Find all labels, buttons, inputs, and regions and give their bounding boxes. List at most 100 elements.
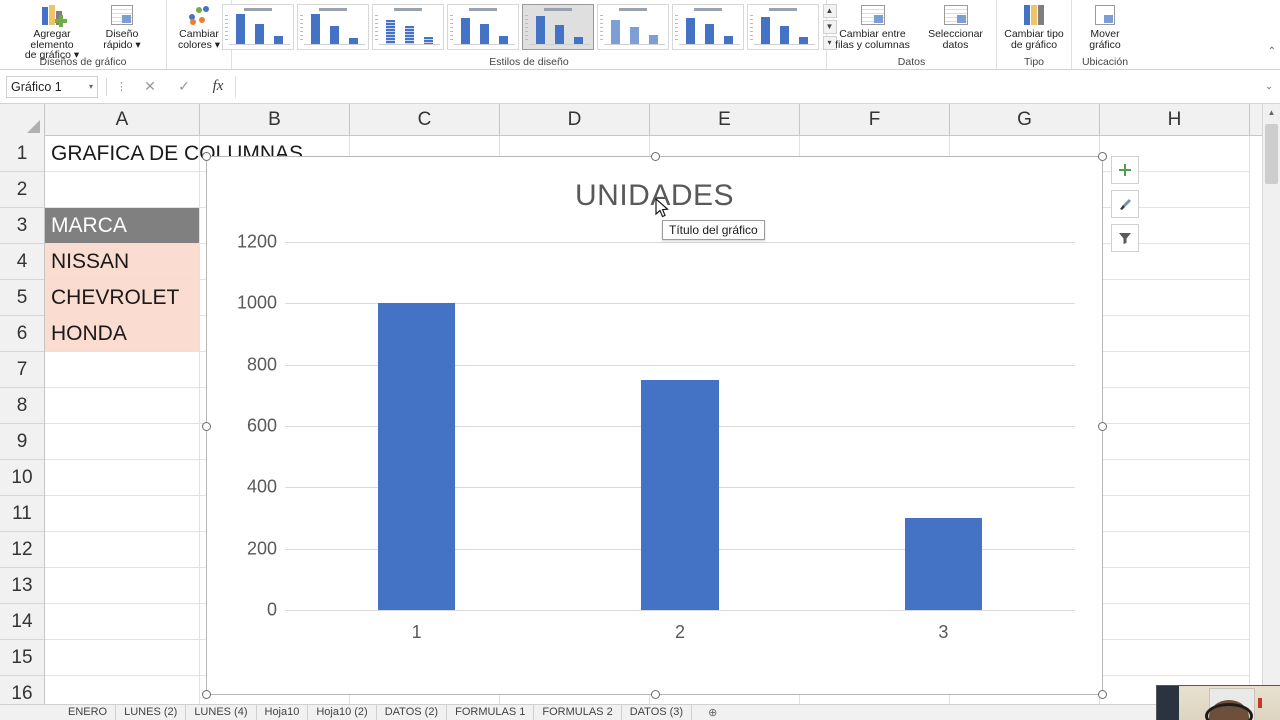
- cell-H7[interactable]: [1100, 352, 1250, 388]
- column-header-A[interactable]: A: [45, 104, 200, 136]
- cell-A3[interactable]: MARCA: [45, 208, 200, 244]
- quick-layout-button[interactable]: Diseño rápido ▾: [91, 2, 153, 50]
- select-data-button[interactable]: Seleccionar datos: [917, 2, 995, 50]
- chart-handle-bottom-right[interactable]: [1098, 690, 1107, 699]
- accept-entry-icon[interactable]: ✓: [167, 78, 201, 95]
- bar-2[interactable]: [641, 380, 719, 610]
- chart-handle-bottom-left[interactable]: [202, 690, 211, 699]
- cell-H13[interactable]: [1100, 568, 1250, 604]
- row-header-7[interactable]: 7: [0, 352, 44, 388]
- vertical-scrollbar[interactable]: ▲: [1262, 104, 1280, 704]
- chart-style-thumb-7[interactable]: [671, 4, 744, 50]
- row-header-11[interactable]: 11: [0, 496, 44, 532]
- row-header-2[interactable]: 2: [0, 172, 44, 208]
- column-header-E[interactable]: E: [650, 104, 800, 136]
- insert-function-icon[interactable]: fx: [201, 78, 235, 95]
- cell-A7[interactable]: [45, 352, 200, 388]
- chart-filters-button[interactable]: [1111, 224, 1139, 252]
- column-header-G[interactable]: G: [950, 104, 1100, 136]
- bar-3[interactable]: [904, 518, 983, 610]
- chart-handle-top-right[interactable]: [1098, 152, 1107, 161]
- chart-style-thumb-6[interactable]: [596, 4, 669, 50]
- sheet-tab-formulas-2[interactable]: FORMULAS 2: [534, 705, 622, 720]
- sheet-tab-formulas-1[interactable]: FORMULAS 1: [447, 705, 535, 720]
- chart-style-thumb-8[interactable]: [746, 4, 819, 50]
- cell-A10[interactable]: [45, 460, 200, 496]
- cell-A1[interactable]: GRAFICA DE COLUMNAS: [45, 136, 303, 172]
- row-header-13[interactable]: 13: [0, 568, 44, 604]
- chart-handle-middle-left[interactable]: [202, 422, 211, 431]
- cell-H15[interactable]: [1100, 640, 1250, 676]
- select-all-corner[interactable]: [0, 104, 45, 136]
- cell-A2[interactable]: [45, 172, 200, 208]
- cell-A6[interactable]: HONDA: [45, 316, 200, 352]
- column-header-H[interactable]: H: [1100, 104, 1250, 136]
- vertical-scroll-thumb[interactable]: [1265, 124, 1278, 184]
- row-header-10[interactable]: 10: [0, 460, 44, 496]
- sheet-tab-enero[interactable]: ENERO: [60, 705, 117, 720]
- row-header-5[interactable]: 5: [0, 280, 44, 316]
- chart-style-thumb-1[interactable]: [221, 4, 294, 50]
- formula-input[interactable]: [235, 75, 1258, 98]
- expand-formula-bar-icon[interactable]: ⌄: [1258, 81, 1280, 92]
- row-header-12[interactable]: 12: [0, 532, 44, 568]
- cell-H6[interactable]: [1100, 316, 1250, 352]
- add-chart-element-button[interactable]: Agregar elemento de gráfico ▾: [13, 2, 91, 61]
- add-sheet-button[interactable]: ⊕: [702, 705, 723, 719]
- sheet-tab-datos-3[interactable]: DATOS (3): [621, 705, 693, 720]
- sheet-tab-hoja10-2[interactable]: Hoja10 (2): [308, 705, 377, 720]
- cell-H11[interactable]: [1100, 496, 1250, 532]
- chart-style-thumb-3[interactable]: [371, 4, 444, 50]
- cell-H12[interactable]: [1100, 532, 1250, 568]
- chart-plot-area[interactable]: 0 200 400 600 800 1000 1200 1 2 3: [237, 232, 1075, 642]
- change-chart-type-button[interactable]: Cambiar tipo de gráfico: [998, 2, 1070, 50]
- scroll-up-arrow[interactable]: ▲: [1263, 104, 1280, 121]
- column-header-C[interactable]: C: [350, 104, 500, 136]
- cell-H5[interactable]: [1100, 280, 1250, 316]
- chart-handle-top-center[interactable]: [651, 152, 660, 161]
- chart-style-thumb-2[interactable]: [296, 4, 369, 50]
- cell-H8[interactable]: [1100, 388, 1250, 424]
- bar-1[interactable]: [377, 303, 456, 610]
- cell-A9[interactable]: [45, 424, 200, 460]
- column-header-F[interactable]: F: [800, 104, 950, 136]
- sheet-tab-lunes-2[interactable]: LUNES (2): [116, 705, 187, 720]
- chart-styles-button[interactable]: [1111, 190, 1139, 218]
- chart-handle-middle-right[interactable]: [1098, 422, 1107, 431]
- cell-A12[interactable]: [45, 532, 200, 568]
- name-box[interactable]: Gráfico 1 ▾: [6, 75, 98, 98]
- row-header-6[interactable]: 6: [0, 316, 44, 352]
- chart-style-thumb-5[interactable]: [521, 4, 594, 50]
- chart-style-thumb-4[interactable]: [446, 4, 519, 50]
- cell-A5[interactable]: CHEVROLET: [45, 280, 200, 316]
- sheet-tab-datos-2[interactable]: DATOS (2): [376, 705, 448, 720]
- row-header-1[interactable]: 1: [0, 136, 44, 172]
- switch-row-column-button[interactable]: Cambiar entre filas y columnas: [829, 2, 917, 50]
- row-header-8[interactable]: 8: [0, 388, 44, 424]
- row-header-3[interactable]: 3: [0, 208, 44, 244]
- sheet-tab-hoja10[interactable]: Hoja10: [256, 705, 309, 720]
- cell-A11[interactable]: [45, 496, 200, 532]
- row-header-4[interactable]: 4: [0, 244, 44, 280]
- cancel-entry-icon[interactable]: ✕: [133, 78, 167, 95]
- cell-A13[interactable]: [45, 568, 200, 604]
- chart-handle-top-left[interactable]: [202, 152, 211, 161]
- cell-A4[interactable]: NISSAN: [45, 244, 200, 280]
- cell-H10[interactable]: [1100, 460, 1250, 496]
- column-header-D[interactable]: D: [500, 104, 650, 136]
- row-header-15[interactable]: 15: [0, 640, 44, 676]
- move-chart-button[interactable]: Mover gráfico: [1074, 2, 1136, 50]
- cell-A16[interactable]: [45, 676, 200, 704]
- column-header-B[interactable]: B: [200, 104, 350, 136]
- collapse-ribbon-button[interactable]: ⌃: [1268, 46, 1276, 57]
- chart-elements-button[interactable]: [1111, 156, 1139, 184]
- sheet-tab-lunes-4[interactable]: LUNES (4): [186, 705, 257, 720]
- cell-H9[interactable]: [1100, 424, 1250, 460]
- chart-object[interactable]: UNIDADES 0 200 400 600 800 1000 1200 1 2 3: [202, 152, 1107, 699]
- cell-A8[interactable]: [45, 388, 200, 424]
- row-header-14[interactable]: 14: [0, 604, 44, 640]
- cell-A14[interactable]: [45, 604, 200, 640]
- row-header-9[interactable]: 9: [0, 424, 44, 460]
- chart-handle-bottom-center[interactable]: [651, 690, 660, 699]
- chart-styles-gallery[interactable]: ▲ ▼ ▾: [219, 2, 840, 50]
